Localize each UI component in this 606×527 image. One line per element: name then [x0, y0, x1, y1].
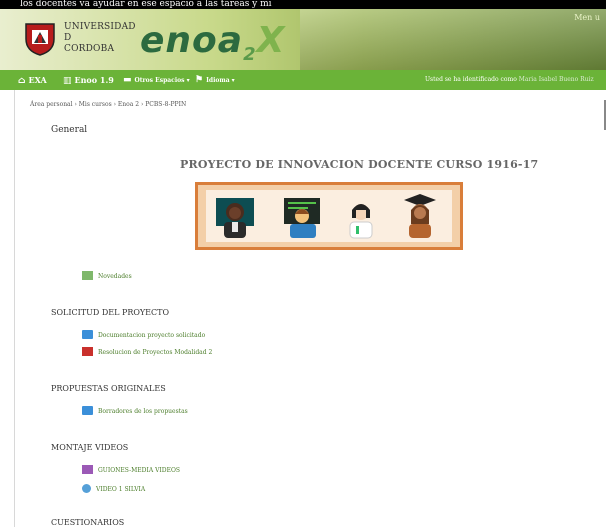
flag-icon: ⚑: [195, 75, 204, 85]
section-solicitud-title: SOLICITUD DEL PROYECTO: [51, 308, 170, 317]
section-general-title: General: [51, 125, 88, 135]
nav-language[interactable]: ⚑ Idioma ▾: [195, 70, 235, 90]
pdf-icon: [82, 347, 93, 356]
enoa2x-logo[interactable]: enoa2X: [140, 19, 285, 65]
home-icon: ⌂: [18, 76, 26, 86]
section-propuestas-title: PROPUESTAS ORIGINALES: [51, 384, 166, 393]
user-info: Usted se ha identificado como Maria Isab…: [425, 70, 594, 90]
car-icon: ▬: [123, 75, 132, 85]
project-title: PROYECTO DE INNOVACION DOCENTE CURSO 191…: [180, 158, 539, 171]
project-banner-image: [195, 182, 463, 250]
navbar: ⌂ EXA ▥ Enoo 1.9 ▬ Otros Espacios ▾ ⚑ Idioma…: [0, 70, 606, 90]
banner-shade: [300, 9, 606, 70]
folder-icon: [82, 406, 93, 415]
university-shield-logo[interactable]: [22, 21, 58, 57]
video-silvia-link[interactable]: VIDEO 1 SILVIA: [82, 484, 145, 493]
forum-icon: [82, 271, 93, 280]
project-banner-inner: [206, 190, 452, 242]
header-banner: UNIVERSIDAD D CORDOBA enoa2X Men u: [0, 9, 606, 70]
drafts-folder-link[interactable]: Borradores de los propuestas: [82, 406, 188, 415]
scripts-media-link[interactable]: GUIONES-MEDIA VIDEOS: [82, 465, 180, 474]
media-icon: [82, 465, 93, 474]
content-frame-border: [14, 90, 15, 527]
graduate-avatar-icon: [404, 194, 436, 238]
section-montaje-title: MONTAJE VIDEOS: [51, 443, 129, 452]
scientist-avatar-icon: [349, 204, 373, 239]
nav-course[interactable]: ▥ Enoo 1.9: [63, 70, 114, 90]
resolution-pdf-link[interactable]: Resolucion de Proyectos Modalidad 2: [82, 347, 212, 356]
teacher-avatar-icon: [216, 198, 254, 238]
institution-icon: ▥: [63, 76, 72, 86]
user-prefix: Usted se ha identificado como: [425, 76, 519, 83]
caption-strip: los docentes va ayudar en ese espacio a …: [0, 0, 606, 9]
folder-icon: [82, 330, 93, 339]
url-link-icon: [82, 484, 91, 493]
nav-home[interactable]: ⌂ EXA: [18, 70, 47, 90]
breadcrumb[interactable]: Área personal › Mis cursos › Enoa 2 › PC…: [30, 101, 186, 108]
section-cuestionarios-title: CUESTIONARIOS: [51, 518, 125, 527]
user-name-link[interactable]: Maria Isabel Bueno Ruiz: [519, 76, 594, 83]
nav-other-spaces[interactable]: ▬ Otros Espacios ▾: [123, 70, 190, 90]
menu-link[interactable]: Men u: [574, 13, 600, 22]
university-name: UNIVERSIDAD D CORDOBA: [64, 22, 136, 54]
programmer-avatar-icon: [284, 198, 320, 238]
documentation-folder-link[interactable]: Documentacion proyecto solicitado: [82, 330, 205, 339]
news-forum-link[interactable]: Novedades: [82, 271, 132, 280]
